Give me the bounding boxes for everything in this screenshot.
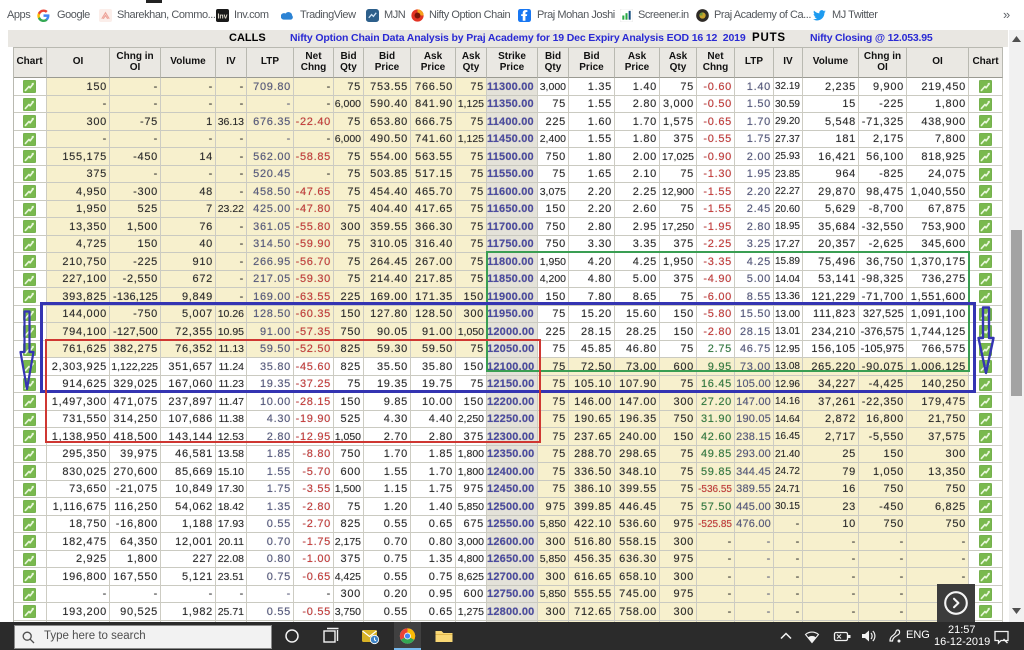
- svg-text:Inv: Inv: [217, 13, 227, 20]
